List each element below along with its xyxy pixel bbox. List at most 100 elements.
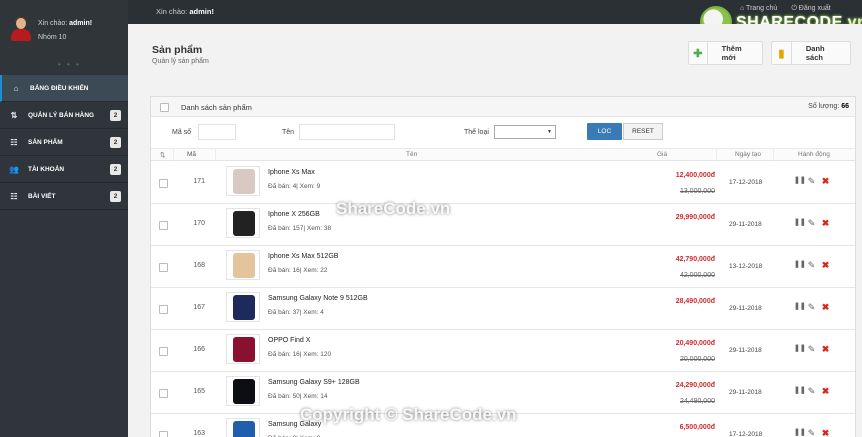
sidebar-item-label: QUẢN LÝ BÁN HÀNG [28,111,95,119]
sidebar-badge: 2 [110,137,121,148]
panel-header: Danh sách sản phẩm Số lượng: 66 [151,97,855,117]
table-row[interactable]: 170 Iphone X 256GB Đã bán: 157| Xem: 38 29,… [151,204,855,246]
user-group: Nhóm 10 [38,34,67,41]
delete-icon[interactable]: ✖ [821,344,830,354]
row-id: 171 [193,178,205,185]
delete-icon[interactable]: ✖ [821,260,830,270]
pause-icon[interactable]: ❚❚ [794,260,806,270]
product-thumbnail[interactable] [226,250,260,280]
sidebar-item-0[interactable]: ⌂ BẢNG ĐIỀU KHIỂN [0,75,128,102]
filter-button[interactable]: LỌC [587,123,622,140]
row-checkbox[interactable] [159,221,168,230]
select-all-checkbox[interactable] [160,103,169,112]
product-meta: Đã bán: 50| Xem: 14 [268,393,328,400]
row-checkbox[interactable] [159,179,168,188]
list-button[interactable]: ▮ Danh sách [771,41,851,65]
product-meta: Đã bán: 16| Xem: 120 [268,351,332,358]
phone-image [233,253,255,278]
edit-icon[interactable]: ✎ [807,302,816,312]
product-name[interactable]: Iphone Xs Max 512GB [268,253,338,260]
table-row[interactable]: 167 Samsung Galaxy Note 9 512GB Đã bán: 37… [151,288,855,330]
pause-icon[interactable]: ❚❚ [794,176,806,186]
product-name[interactable]: Samsung Galaxy S9+ 128GB [268,379,360,386]
row-actions: ❚❚ ✎ ✖ [794,302,844,314]
table-row[interactable]: 163Samsung GalaxyĐã bán: 0| Xem: 06,500,… [151,414,855,437]
edit-icon[interactable]: ✎ [807,428,816,437]
row-actions: ❚❚ ✎ ✖ [794,386,844,398]
category-select[interactable]: ▼ [494,125,556,139]
product-date: 29-11-2018 [729,347,762,354]
phone-image [233,379,255,404]
product-meta: Đã bán: 157| Xem: 38 [268,225,332,232]
header-id[interactable]: Mã [187,151,196,158]
row-checkbox[interactable] [159,305,168,314]
header-actions: Hành động [798,151,830,158]
pause-icon[interactable]: ❚❚ [794,218,806,228]
sidebar-item-3[interactable]: 👥 TÀI KHOẢN 2 [0,156,128,183]
row-actions: ❚❚ ✎ ✖ [794,260,844,272]
product-thumbnail[interactable] [226,208,260,238]
sidebar-item-label: SẢN PHẨM [28,138,63,146]
product-old-price: 42,000,000 [679,272,715,279]
edit-icon[interactable]: ✎ [807,386,816,396]
page-title: Sản phẩm [152,44,203,56]
sidebar-item-1[interactable]: ⇅ QUẢN LÝ BÁN HÀNG 2 [0,102,128,129]
delete-icon[interactable]: ✖ [821,386,830,396]
edit-icon[interactable]: ✎ [807,218,816,228]
delete-icon[interactable]: ✖ [821,176,830,186]
header-price[interactable]: Giá [657,151,667,158]
edit-icon[interactable]: ✎ [807,260,816,270]
table-row[interactable]: 171 Iphone Xs Max Đã bán: 4| Xem: 9 12,400,… [151,162,855,204]
edit-icon[interactable]: ✎ [807,176,816,186]
table-row[interactable]: 168 Iphone Xs Max 512GB Đã bán: 16| Xem: 2… [151,246,855,288]
product-price: 24,290,000đ [675,382,715,389]
product-name[interactable]: Iphone Xs Max [268,169,315,176]
product-thumbnail[interactable] [226,376,260,406]
sidebar-badge: 2 [110,191,121,202]
product-meta: Đã bán: 4| Xem: 9 [268,183,321,190]
header-name[interactable]: Tên [406,151,417,158]
table-row[interactable]: 165 Samsung Galaxy S9+ 128GB Đã bán: 50| X… [151,372,855,414]
product-name[interactable]: Samsung Galaxy Note 9 512GB [268,295,368,302]
sidebar-badge: 2 [110,110,121,121]
sidebar-item-2[interactable]: ☷ SẢN PHẨM 2 [0,129,128,156]
sidebar-item-4[interactable]: ☷ BÀI VIẾT 2 [0,183,128,210]
plus-icon: ✚ [689,42,708,64]
row-checkbox[interactable] [159,263,168,272]
product-name[interactable]: OPPO Find X [268,337,310,344]
name-filter-input[interactable] [299,124,395,140]
product-thumbnail[interactable] [226,418,260,437]
add-new-button[interactable]: ✚ Thêm mới [688,41,763,65]
pause-icon[interactable]: ❚❚ [794,386,806,396]
phone-image [233,169,255,194]
row-checkbox[interactable] [159,431,168,437]
row-id: 170 [193,220,205,227]
row-checkbox[interactable] [159,347,168,356]
table-row[interactable]: 166 OPPO Find X Đã bán: 16| Xem: 120 20,490… [151,330,855,372]
product-date: 17-12-2018 [729,431,763,437]
code-filter-input[interactable] [198,124,236,140]
delete-icon[interactable]: ✖ [821,218,830,228]
product-name[interactable]: Samsung Galaxy [268,421,321,428]
product-thumbnail[interactable] [226,166,260,196]
edit-icon[interactable]: ✎ [807,344,816,354]
row-id: 165 [193,388,205,395]
product-date: 13-12-2018 [729,263,763,270]
delete-icon[interactable]: ✖ [821,302,830,312]
header-date[interactable]: Ngày tạo [735,151,761,158]
product-date: 29-11-2018 [729,221,762,228]
product-thumbnail[interactable] [226,292,260,322]
sort-icon: ⇅ [10,110,18,120]
row-checkbox[interactable] [159,389,168,398]
delete-icon[interactable]: ✖ [821,428,830,437]
greeting-user: admin! [189,7,214,16]
pause-icon[interactable]: ❚❚ [794,344,806,354]
divider-dots: • • • [58,60,81,69]
pause-icon[interactable]: ❚❚ [794,302,806,312]
home-icon: ⌂ [13,83,19,93]
reset-button[interactable]: RESET [623,123,663,140]
product-name[interactable]: Iphone X 256GB [268,211,320,218]
product-thumbnail[interactable] [226,334,260,364]
pause-icon[interactable]: ❚❚ [794,428,806,437]
sort-icon[interactable]: ⇅ [160,151,165,159]
